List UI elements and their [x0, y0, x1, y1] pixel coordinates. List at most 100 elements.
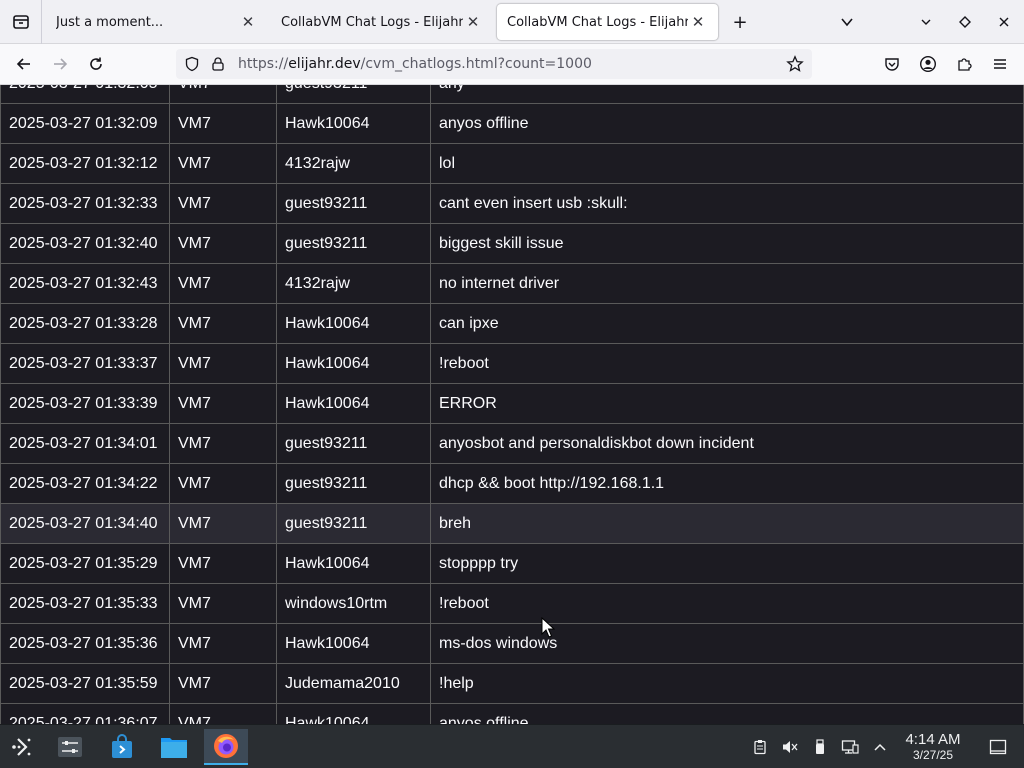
log-time-cell: 2025-03-27 01:33:39: [0, 383, 170, 424]
network-wired-icon[interactable]: [840, 737, 860, 757]
page-content[interactable]: 2025-03-27 01:32:05VM7guest93211any2025-…: [0, 85, 1024, 724]
shield-icon[interactable]: [184, 56, 200, 72]
taskbar-firefox[interactable]: [204, 729, 248, 765]
url-path: /cvm_chatlogs.html?count=1000: [360, 56, 592, 72]
log-message-cell: anyos offline: [430, 703, 1024, 724]
log-time-cell: 2025-03-27 01:32:43: [0, 263, 170, 304]
star-icon[interactable]: [786, 55, 804, 73]
log-message-cell: !help: [430, 663, 1024, 704]
list-all-tabs-button[interactable]: [833, 8, 861, 36]
tab-close-icon[interactable]: ✕: [238, 13, 258, 31]
taskbar-clock[interactable]: 4:14 AM 3/27/25: [896, 731, 970, 762]
taskbar-file-manager[interactable]: [152, 729, 196, 765]
log-message-cell: biggest skill issue: [430, 223, 1024, 264]
forward-button[interactable]: [46, 50, 74, 78]
firefox-icon: [214, 734, 238, 758]
window-close-button[interactable]: [990, 8, 1018, 36]
reload-button[interactable]: [82, 50, 110, 78]
pocket-icon: [885, 58, 899, 71]
log-message-cell: ERROR: [430, 383, 1024, 424]
tab-close-icon[interactable]: ✕: [463, 13, 483, 31]
mouse-cursor-icon: [541, 617, 555, 638]
table-row: 2025-03-27 01:36:07 VM7 Hawk10064 anyos off…: [0, 703, 1024, 724]
settings-sliders-icon: [58, 737, 82, 757]
tab-overview-button[interactable]: [0, 0, 42, 44]
log-user-cell: Hawk10064: [276, 303, 431, 344]
log-user-cell: guest93211: [276, 183, 431, 224]
log-user-cell: windows10rtm: [276, 583, 431, 624]
log-message-cell: no internet driver: [430, 263, 1024, 304]
folder-icon: [161, 738, 187, 758]
puzzle-icon: [958, 58, 972, 71]
new-tab-button[interactable]: +: [726, 8, 754, 36]
application-launcher[interactable]: [0, 729, 44, 765]
back-button[interactable]: [10, 50, 38, 78]
log-message-cell: lol: [430, 143, 1024, 184]
clock-date: 3/27/25: [912, 748, 954, 762]
pocket-button[interactable]: [878, 50, 906, 78]
taskbar-system-settings[interactable]: [48, 729, 92, 765]
url-text[interactable]: https://elijahr.dev/cvm_chatlogs.html?co…: [238, 56, 592, 72]
log-time-cell: 2025-03-27 01:33:28: [0, 303, 170, 344]
volume-muted-icon[interactable]: [780, 737, 800, 757]
url-prefix: https://: [238, 56, 289, 72]
account-icon: [919, 55, 937, 73]
log-time-cell: 2025-03-27 01:32:12: [0, 143, 170, 184]
log-vm-cell: VM7: [169, 543, 277, 584]
chevron-down-icon: [921, 19, 931, 25]
log-user-cell: Hawk10064: [276, 343, 431, 384]
log-message-cell: any: [430, 85, 1024, 104]
table-row: 2025-03-27 01:32:43 VM7 4132rajw no interne…: [0, 263, 1024, 304]
account-button[interactable]: [914, 50, 942, 78]
log-user-cell: Hawk10064: [276, 103, 431, 144]
lock-icon[interactable]: [210, 56, 226, 72]
log-vm-cell: VM7: [169, 583, 277, 624]
log-vm-cell: VM7: [169, 663, 277, 704]
log-user-cell: guest93211: [276, 85, 431, 104]
tab-title: CollabVM Chat Logs - Elijahr's: [281, 14, 463, 30]
log-vm-cell: VM7: [169, 503, 277, 544]
log-time-cell: 2025-03-27 01:32:33: [0, 183, 170, 224]
log-time-cell: 2025-03-27 01:35:29: [0, 543, 170, 584]
tab-chat-logs-1[interactable]: CollabVM Chat Logs - Elijahr's ✕: [271, 4, 493, 40]
log-time-cell: 2025-03-27 01:35:36: [0, 623, 170, 664]
clipboard-icon[interactable]: [750, 737, 770, 757]
extensions-button[interactable]: [950, 50, 978, 78]
log-user-cell: 4132rajw: [276, 143, 431, 184]
log-vm-cell: VM7: [169, 303, 277, 344]
address-bar[interactable]: https://elijahr.dev/cvm_chatlogs.html?co…: [176, 49, 812, 79]
show-desktop-button[interactable]: [988, 737, 1008, 757]
log-vm-cell: VM7: [169, 343, 277, 384]
log-user-cell: Judemama2010: [276, 663, 431, 704]
log-vm-cell: VM7: [169, 143, 277, 184]
clock-time: 4:14 AM: [905, 731, 961, 748]
tray-expand-chevron-up-icon[interactable]: [870, 737, 890, 757]
table-row: 2025-03-27 01:32:09 VM7 Hawk10064 anyos off…: [0, 103, 1024, 144]
log-message-cell: cant even insert usb :skull:: [430, 183, 1024, 224]
log-vm-cell: VM7: [169, 183, 277, 224]
reload-icon: [90, 57, 102, 70]
usb-drive-icon[interactable]: [810, 737, 830, 757]
shopping-bag-icon: [112, 734, 132, 758]
log-user-cell: Hawk10064: [276, 703, 431, 724]
log-time-cell: 2025-03-27 01:35:33: [0, 583, 170, 624]
log-message-cell: anyosbot and personaldiskbot down incide…: [430, 423, 1024, 464]
log-user-cell: guest93211: [276, 423, 431, 464]
log-vm-cell: VM7: [169, 383, 277, 424]
table-row: 2025-03-27 01:35:36 VM7 Hawk10064 ms-dos wi…: [0, 623, 1024, 664]
tab-chat-logs-active[interactable]: CollabVM Chat Logs - Elijahr's ✕: [497, 4, 718, 40]
log-user-cell: guest93211: [276, 503, 431, 544]
window-maximize-button[interactable]: [951, 8, 979, 36]
window-minimize-button[interactable]: [912, 8, 940, 36]
log-time-cell: 2025-03-27 01:34:40: [0, 503, 170, 544]
log-vm-cell: VM7: [169, 463, 277, 504]
log-message-cell: breh: [430, 503, 1024, 544]
log-time-cell: 2025-03-27 01:32:40: [0, 223, 170, 264]
app-menu-button[interactable]: [986, 50, 1014, 78]
tab-close-icon[interactable]: ✕: [688, 13, 708, 31]
taskbar-discover[interactable]: [100, 729, 144, 765]
log-time-cell: 2025-03-27 01:33:37: [0, 343, 170, 384]
log-vm-cell: VM7: [169, 103, 277, 144]
tab-just-a-moment[interactable]: Just a moment... ✕: [46, 4, 268, 40]
chat-log-table: 2025-03-27 01:32:05VM7guest93211any2025-…: [0, 85, 1024, 724]
